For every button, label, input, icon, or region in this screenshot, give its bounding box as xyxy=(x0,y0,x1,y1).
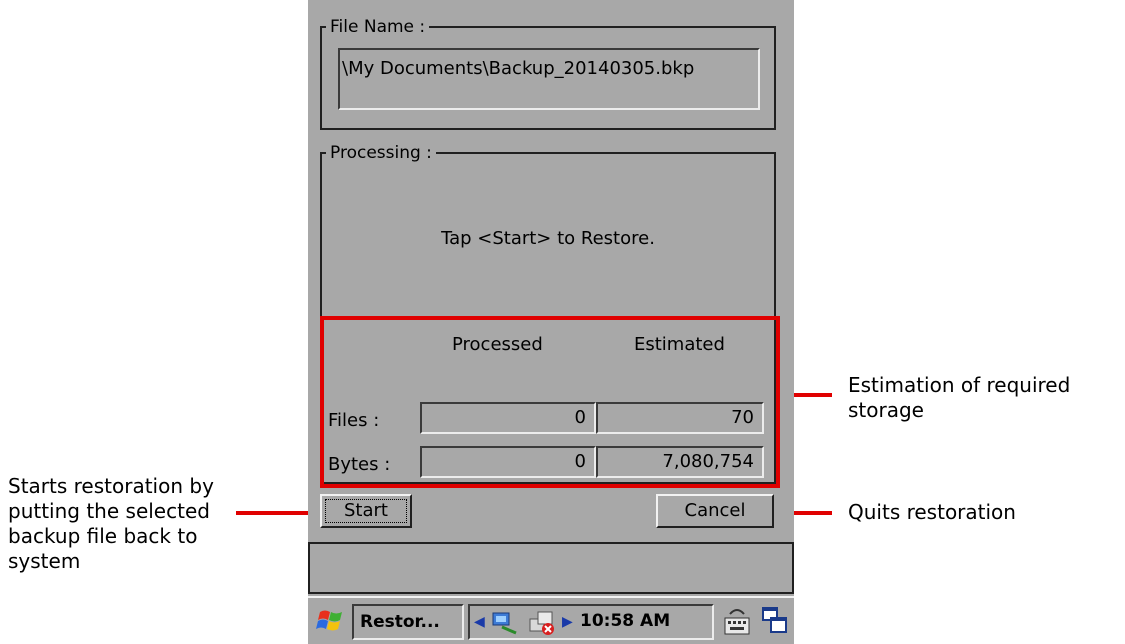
file-name-group: File Name : \My Documents\Backup_2014030… xyxy=(320,16,776,130)
taskbar: Restor... ◀ ▶ 10:58 AM xyxy=(308,596,794,644)
keyboard-icon[interactable] xyxy=(722,604,752,638)
arrow-right-icon[interactable]: ▶ xyxy=(562,614,573,630)
device-screen: File Name : \My Documents\Backup_2014030… xyxy=(308,0,794,644)
status-message: Tap <Start> to Restore. xyxy=(441,228,655,249)
processing-label: Processing : xyxy=(326,142,436,164)
start-button[interactable]: Start xyxy=(320,494,412,528)
cancel-button[interactable]: Cancel xyxy=(656,494,774,528)
annotation-estimation: Estimation of required storage xyxy=(848,373,1071,422)
notification-area: ◀ ▶ 10:58 AM xyxy=(468,604,714,640)
clock[interactable]: 10:58 AM xyxy=(580,611,670,631)
estimation-highlight-box xyxy=(320,316,780,488)
connection-error-icon[interactable] xyxy=(528,609,558,641)
file-name-label: File Name : xyxy=(326,16,430,38)
windows-start-icon[interactable] xyxy=(316,606,346,636)
arrow-left-icon[interactable]: ◀ xyxy=(474,614,485,630)
desktop-windows-icon[interactable] xyxy=(760,604,790,638)
annotation-quit: Quits restoration xyxy=(848,500,1016,524)
task-button-restore[interactable]: Restor... xyxy=(352,604,464,640)
network-icon[interactable] xyxy=(490,609,520,641)
annotation-start: Starts restoration by putting the select… xyxy=(8,474,214,573)
input-panel-bar xyxy=(308,542,794,594)
file-path-field[interactable]: \My Documents\Backup_20140305.bkp xyxy=(338,48,760,110)
